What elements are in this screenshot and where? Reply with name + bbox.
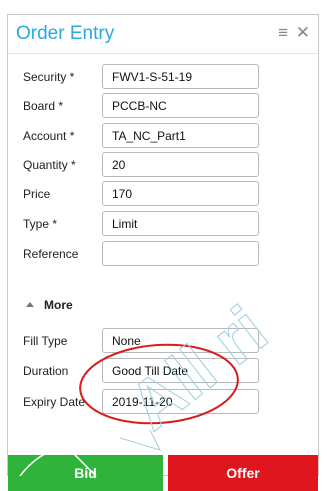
type-row: Type * — [8, 211, 318, 239]
more-toggle[interactable]: More — [26, 298, 73, 312]
title-bar: Order Entry ≡ ✕ — [8, 15, 318, 54]
duration-label: Duration — [23, 364, 69, 378]
type-label: Type * — [23, 217, 58, 231]
order-entry-panel: Order Entry ≡ ✕ Security * Board * Accou… — [7, 14, 319, 491]
bid-button[interactable]: Bid — [8, 455, 163, 491]
quantity-label: Quantity * — [23, 158, 76, 172]
close-icon[interactable]: ✕ — [296, 24, 310, 42]
duration-row: Duration — [8, 358, 318, 386]
security-label: Security * — [23, 70, 75, 84]
price-row: Price — [8, 181, 318, 209]
hamburger-menu-icon[interactable]: ≡ — [278, 24, 288, 42]
price-field[interactable] — [102, 181, 259, 206]
security-row: Security * — [8, 64, 318, 92]
fill-type-field[interactable] — [102, 328, 259, 353]
offer-button[interactable]: Offer — [168, 455, 318, 491]
reference-label: Reference — [23, 247, 79, 261]
account-field[interactable] — [102, 123, 259, 148]
reference-row: Reference — [8, 241, 318, 269]
type-field[interactable] — [102, 211, 259, 236]
board-label: Board * — [23, 99, 64, 113]
reference-field[interactable] — [102, 241, 259, 266]
board-row: Board * — [8, 93, 318, 121]
expiry-date-field[interactable] — [102, 389, 259, 414]
quantity-row: Quantity * — [8, 152, 318, 180]
more-label: More — [44, 298, 73, 312]
duration-field[interactable] — [102, 358, 259, 383]
account-row: Account * — [8, 123, 318, 151]
account-label: Account * — [23, 129, 75, 143]
caret-up-icon — [26, 302, 34, 307]
quantity-field[interactable] — [102, 152, 259, 177]
price-label: Price — [23, 187, 51, 201]
expiry-date-label: Expiry Date — [23, 395, 86, 409]
fill-type-label: Fill Type — [23, 334, 68, 348]
board-field[interactable] — [102, 93, 259, 118]
fill-type-row: Fill Type — [8, 328, 318, 356]
window-title: Order Entry — [16, 23, 115, 44]
expiry-date-row: Expiry Date — [8, 389, 318, 417]
security-field[interactable] — [102, 64, 259, 89]
